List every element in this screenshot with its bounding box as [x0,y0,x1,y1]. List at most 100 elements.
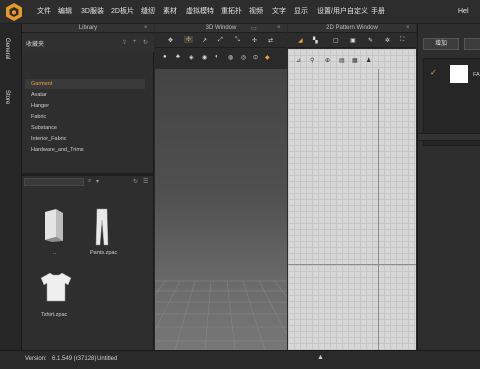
grading-icon[interactable]: ⛶ [400,37,404,44]
library-tree: Garment Avatar Hanger Fabric Substance I… [25,79,151,165]
file-label-tshirt: Tshirt.zpac [41,312,68,318]
tree-item-avatar[interactable]: Avatar [25,90,145,100]
version-value: 6.1.549 (r37128) [52,356,97,362]
menu-2d-pattern[interactable]: 2D板片 [111,8,134,16]
library-title: Library [22,24,154,33]
menu-3d-garment[interactable]: 3D服装 [81,8,104,16]
chevron-down-icon[interactable]: ▾ [96,178,99,185]
window-2d-close-icon[interactable]: × [406,25,410,31]
viewport-3d[interactable] [155,69,287,350]
tree-item-hardware-and-trims[interactable]: Hardware_and_Trims [25,145,145,155]
zoom-icon[interactable]: ⊕ [325,57,330,64]
more-button[interactable] [464,38,480,50]
tack-icon[interactable]: ⤢ [218,37,223,44]
menu-bar: 文件 编辑 3D服装 2D板片 缝纫 素材 虚拟模特 重拓扑 视频 文字 显示 … [0,0,480,24]
menu-video[interactable]: 视频 [249,8,263,16]
select-point-icon[interactable]: ✣ [184,36,194,43]
fabric-name[interactable]: FA [473,72,480,78]
canvas-axis-horizontal [288,264,416,265]
menu-file[interactable]: 文件 [37,8,51,16]
add-icon[interactable]: + [133,39,137,45]
menu-retopology[interactable]: 重拓扑 [221,8,242,16]
file-label-pants: Pants.zpac [90,250,118,256]
internal-line-icon[interactable]: ✎ [368,37,373,44]
favorites-label: 收藏夹 [26,42,45,48]
tab-general[interactable]: General [4,38,10,59]
toolbar-3d-primary: ✥ ✣ ↗ ⤢ ⤡ ✢ ⇄ [155,34,287,48]
window-3d-minimize-icon[interactable]: ▭ [251,25,257,32]
status-bar: Version: 6.1.549 (r37128) Untitled ▲ [0,350,480,369]
pattern-view-icon[interactable]: ⊿ [296,57,301,64]
tshirt-thumbnail-icon[interactable] [39,272,73,302]
polygon-icon[interactable]: ▢ [333,37,339,44]
search-icon[interactable]: ⌕ [88,178,91,185]
menu-edit[interactable]: 编辑 [58,8,72,16]
menu-text[interactable]: 文字 [272,8,286,16]
avatar-silhouette-icon[interactable]: ♟ [366,57,371,64]
tree-item-hanger[interactable]: Hanger [25,101,145,111]
expand-up-icon[interactable]: ▲ [317,354,324,361]
folder-up-icon[interactable] [42,208,66,242]
camera-icon[interactable]: ◎ [241,54,246,61]
sewing-tool-icon[interactable]: ✲ [385,37,390,44]
add-fabric-button[interactable]: 增加 [423,38,459,50]
shading-icon[interactable]: ◐ [215,54,219,60]
pin-icon[interactable]: ⤡ [235,37,240,44]
fit-view-icon[interactable]: ⊙ [253,54,258,61]
edit-pattern-icon[interactable]: ▚ [313,37,318,44]
fabric-swatch[interactable] [450,65,468,83]
window-3d: 3D Window ▭ × ✥ ✣ ↗ ⤢ ⤡ ✢ ⇄ ● ♣ ◈ ◉ ◐ ◍ … [155,24,287,350]
library-divider[interactable] [22,173,154,176]
library-search-input[interactable] [24,178,84,186]
viewport-floor-grid [155,280,287,350]
garment-display-icon[interactable]: ♣ [176,54,180,60]
library-file-grid: .. Pants.zpac Tshirt.zpac [22,190,154,350]
tree-item-substance[interactable]: Substance [25,123,145,133]
rectangle-icon[interactable]: ▣ [350,37,356,44]
side-tabs: General Store [0,24,22,350]
upload-icon[interactable]: ⇪ [122,39,127,46]
light-icon[interactable]: ◍ [228,54,233,61]
version-label: Version: [25,356,47,362]
menu-display[interactable]: 显示 [294,8,308,16]
layer-icon[interactable]: ▦ [352,57,358,64]
avatar-display-icon[interactable]: ● [163,54,167,60]
pants-thumbnail-icon[interactable] [94,208,110,246]
object-browser-panel: 增加 ✓ FA [417,24,480,350]
menu-avatar[interactable]: 虚拟模特 [186,8,214,16]
arrange-icon[interactable]: ✢ [252,37,257,44]
page-icon[interactable]: ▤ [339,57,345,64]
avatar-pose-icon[interactable]: ◉ [202,54,207,61]
property-editor-header[interactable] [418,133,480,141]
tab-store[interactable]: Store [4,90,10,104]
tree-item-fabric[interactable]: Fabric [25,112,145,122]
pattern-canvas[interactable] [288,49,416,350]
menu-manual[interactable]: 手册 [371,8,385,16]
tree-item-interior-fabric[interactable]: Interior_Fabric [25,134,145,144]
toolbar-2d-primary: ◢ ▚ ▢ ▣ ✎ ✲ ⛶ [288,34,416,48]
select-move-icon[interactable]: ✥ [168,37,173,44]
menu-sewing[interactable]: 缝纫 [141,8,155,16]
refresh-icon[interactable]: ↻ [143,39,148,46]
menu-settings[interactable]: 设置/用户自定义 [317,8,368,16]
window-3d-close-icon[interactable]: × [277,25,281,31]
user-label[interactable]: Hel [458,8,469,15]
tree-item-garment[interactable]: Garment [25,79,145,89]
window-2d-pattern: 2D Pattern Window × ◢ ▚ ▢ ▣ ✎ ✲ ⛶ ⊿ ⚲ ⊕ … [288,24,416,350]
grain-icon[interactable]: ⚲ [310,57,314,64]
measure-icon[interactable]: ⇄ [268,37,273,44]
toolbar-3d-secondary: ● ♣ ◈ ◉ ◐ ◍ ◎ ⊙ ◆ [155,49,287,69]
file-label-parent: .. [53,250,57,256]
window-2d-title: 2D Pattern Window [288,24,416,33]
list-view-icon[interactable]: ☰ [143,178,148,185]
refresh-files-icon[interactable]: ↻ [133,178,138,185]
texture-icon[interactable]: ◈ [189,54,194,61]
canvas-axis-vertical [378,69,379,350]
check-icon: ✓ [430,68,437,77]
toolbar-2d-secondary: ⊿ ⚲ ⊕ ▤ ▦ ♟ [292,54,372,68]
library-close-icon[interactable]: × [144,25,148,31]
menu-materials[interactable]: 素材 [163,8,177,16]
simulation-icon[interactable]: ◆ [265,54,270,61]
transform-pattern-icon[interactable]: ◢ [298,37,303,44]
fold-icon[interactable]: ↗ [202,37,207,44]
